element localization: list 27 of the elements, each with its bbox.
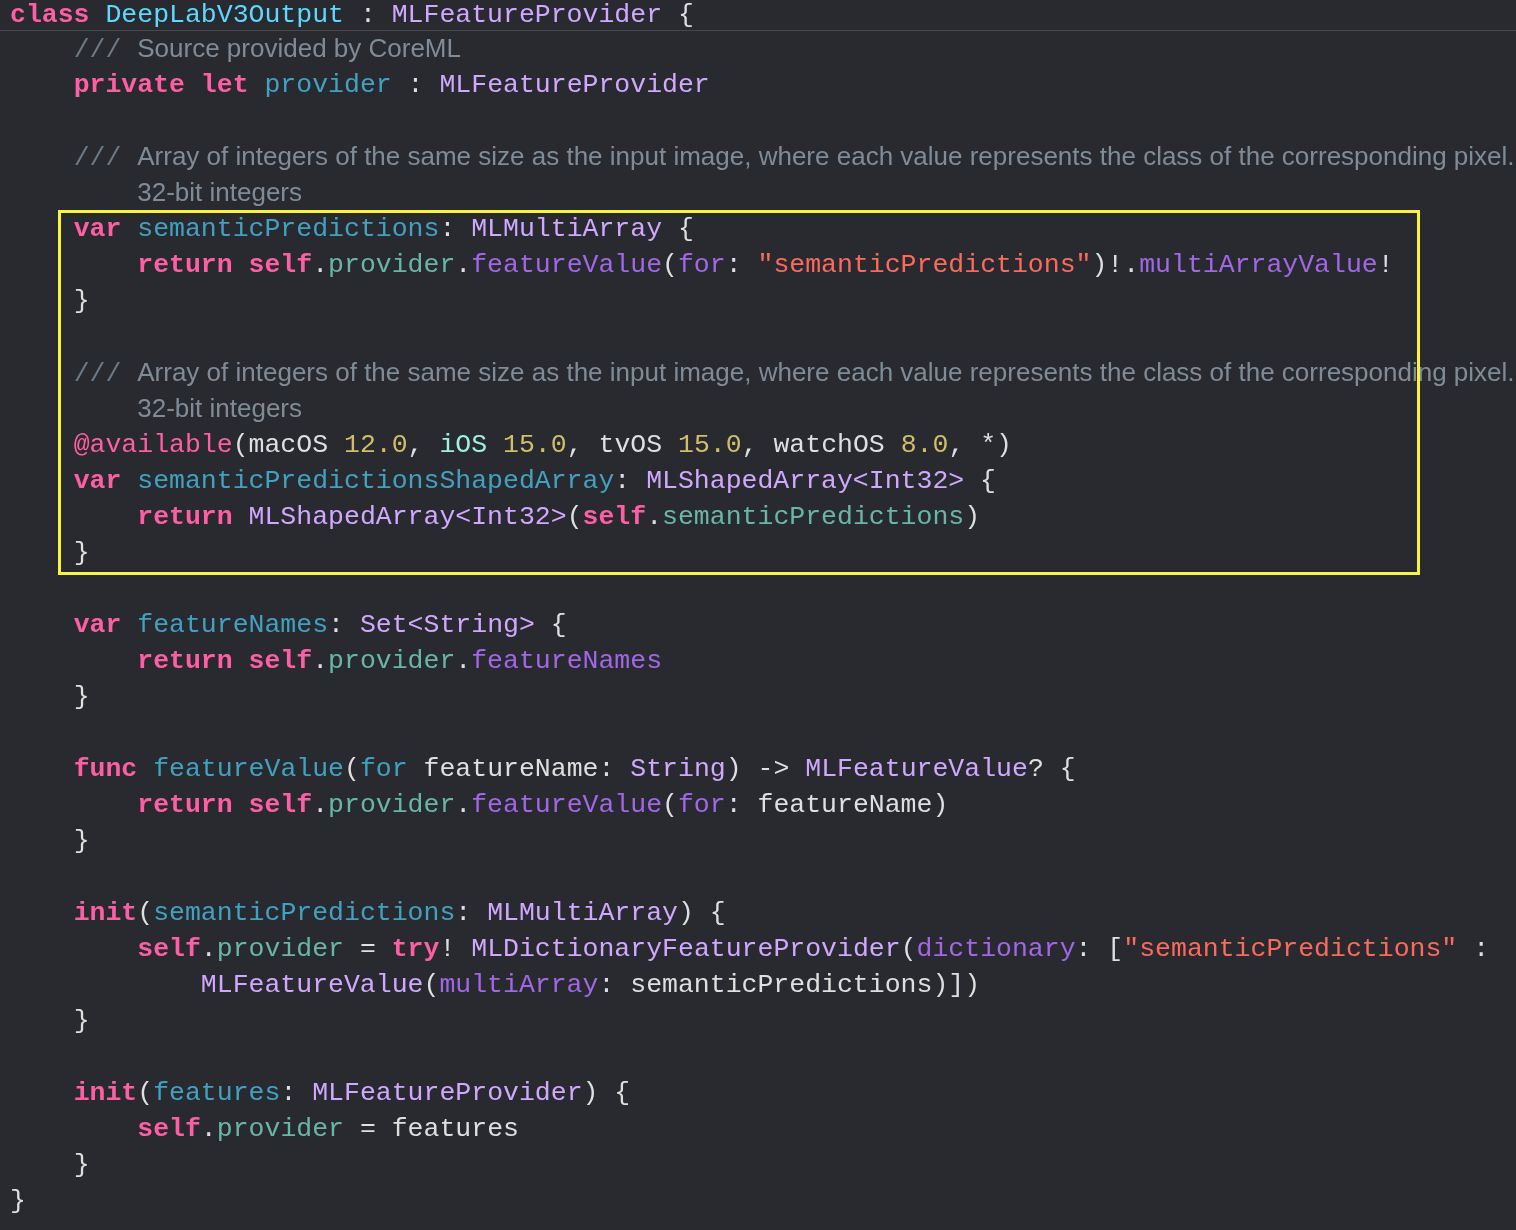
code-line: var featureNames: Set<String> { [73,609,567,642]
code-line: self.provider = try! MLDictionaryFeatureProvider(dictionary: ["semanticPredictions" : [137,933,1490,966]
code-line: class DeepLabV3Output : MLFeatureProvider { [10,0,694,30]
code-line: } [73,285,90,318]
doc-comment: 32-bit integers [137,392,302,425]
code-line: private let provider : MLFeatureProvider [73,69,710,102]
doc-comment: 32-bit integers [137,176,302,209]
code-line: var semanticPredictionsShapedArray: MLShapedArray<Int32> { [73,465,996,498]
doc-comment: /// Source provided by CoreML [73,32,461,67]
code-line: @available(macOS 12.0, iOS 15.0, tvOS 15.0, watchOS 8.0, *) [73,429,1012,462]
code-line: init(features: MLFeatureProvider) { [73,1077,631,1110]
code-line: return MLShapedArray<Int32>(self.semanticPredictions) [137,501,981,534]
code-line: } [10,1185,26,1218]
code-line: init(semanticPredictions: MLMultiArray) { [73,897,726,930]
code-line: return self.provider.featureNames [137,645,663,678]
code-line: return self.provider.featureValue(for: featureName) [137,789,949,822]
code-line: self.provider = features [137,1113,519,1146]
code-line: MLFeatureValue(multiArray: semanticPredictions)]) [200,969,981,1002]
code-line: } [73,537,90,570]
code-line: return self.provider.featureValue(for: "semanticPredictions")!.multiArrayValue! [137,249,1394,282]
code-line: } [73,1005,90,1038]
code-line: func featureValue(for featureName: String) -> MLFeatureValue? { [73,753,1076,786]
code-line: } [73,1149,90,1182]
code-line: } [73,825,90,858]
doc-comment: /// Array of integers of the same size as the input image, where each value represents the class of the corresponding pixel. [73,140,1515,175]
code-line: var semanticPredictions: MLMultiArray { [73,213,694,246]
code-line: } [73,681,90,714]
